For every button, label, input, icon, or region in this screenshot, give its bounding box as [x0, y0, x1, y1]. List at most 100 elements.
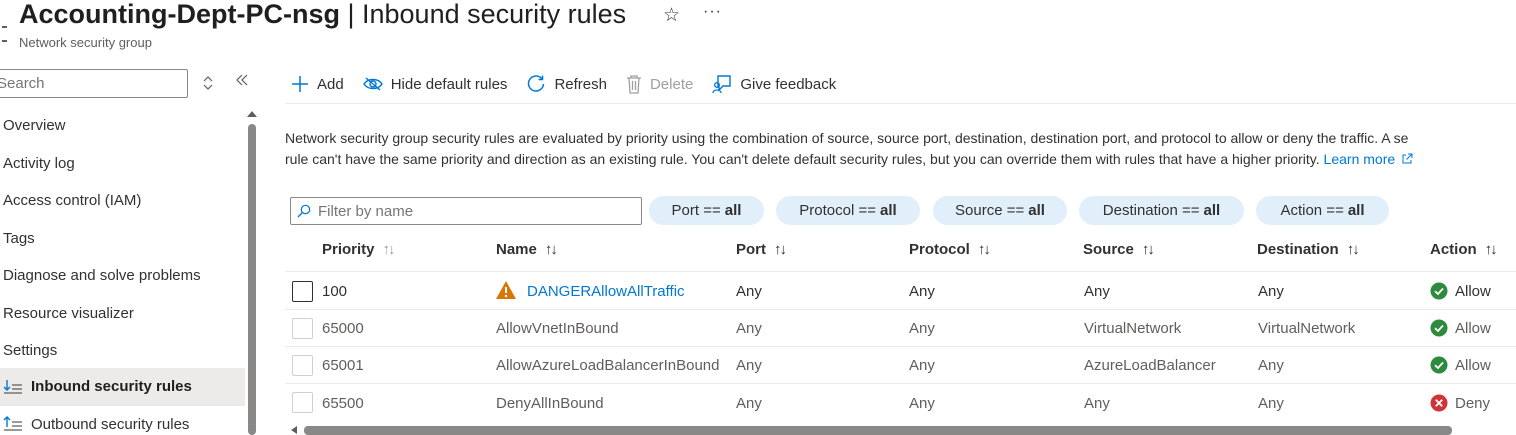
- delete-button[interactable]: Delete: [626, 74, 693, 94]
- column-header-destination[interactable]: Destination ↑↓: [1257, 241, 1360, 258]
- filter-by-name-input[interactable]: [318, 202, 618, 220]
- row-checkbox[interactable]: [292, 392, 313, 413]
- source-filter-pill[interactable]: Source == all: [933, 196, 1067, 225]
- action-filter-pill[interactable]: Action == all: [1256, 196, 1389, 225]
- sidebar-item-overview[interactable]: Overview: [0, 107, 245, 145]
- hide-default-rules-label: Hide default rules: [390, 75, 508, 93]
- sidebar-nav: Overview Activity log Access control (IA…: [0, 107, 245, 435]
- header-divider: [285, 271, 1516, 272]
- column-header-label: Protocol: [909, 241, 970, 258]
- sidebar-item-outbound-security-rules[interactable]: Outbound security rules: [0, 406, 245, 435]
- column-header-label: Priority: [322, 241, 375, 258]
- add-button[interactable]: Add: [291, 75, 344, 93]
- add-label: Add: [317, 75, 344, 93]
- sidebar-item-label: Resource visualizer: [3, 304, 134, 322]
- rule-name-link[interactable]: DANGERAllowAllTraffic: [527, 283, 685, 300]
- action-cell: Allow: [1430, 356, 1491, 374]
- protocol-filter-pill[interactable]: Protocol == all: [776, 196, 920, 225]
- port-filter-pill[interactable]: Port == all: [649, 196, 764, 225]
- feedback-icon: [712, 74, 732, 94]
- table-horizontal-scrollbar-thumb[interactable]: [304, 426, 1452, 435]
- blade-title: Inbound security rules: [362, 0, 627, 29]
- protocol-cell: Any: [909, 283, 935, 300]
- action-label: Allow: [1455, 356, 1491, 374]
- give-feedback-button[interactable]: Give feedback: [712, 74, 836, 94]
- description-text: Network security group security rules ar…: [285, 128, 1516, 170]
- pill-label: Action ==: [1280, 202, 1344, 219]
- column-header-label: Port: [736, 241, 766, 258]
- column-header-source[interactable]: Source ↑↓: [1083, 241, 1155, 258]
- column-header-name[interactable]: Name ↑↓: [496, 241, 558, 258]
- sort-icon: ↑↓: [1484, 241, 1498, 258]
- pill-value: all: [1028, 202, 1045, 219]
- warning-icon: [496, 281, 516, 299]
- collapse-sidebar-icon[interactable]: [235, 72, 249, 93]
- filter-by-name-field[interactable]: [290, 197, 642, 225]
- pill-value: all: [1203, 202, 1221, 219]
- pill-label: Destination ==: [1102, 202, 1200, 219]
- row-checkbox[interactable]: [292, 281, 313, 302]
- sort-icon: ↑↓: [774, 241, 787, 258]
- allow-check-icon: [1430, 356, 1448, 374]
- description-line-1: Network security group security rules ar…: [285, 130, 1409, 146]
- sidebar-scroll-up-arrow[interactable]: [247, 111, 257, 117]
- sort-icon: ↑↓: [977, 241, 991, 258]
- sidebar-item-label: Access control (IAM): [3, 192, 142, 210]
- expand-collapse-icon[interactable]: [201, 73, 215, 93]
- description-line-2-text: rule can't have the same priority and di…: [285, 151, 1320, 167]
- column-header-port[interactable]: Port ↑↓: [736, 241, 787, 258]
- protocol-cell: Any: [909, 357, 935, 374]
- destination-cell: Any: [1258, 357, 1284, 374]
- pill-label: Protocol ==: [799, 202, 877, 219]
- table-scroll-left-arrow[interactable]: [291, 426, 297, 434]
- rule-name-cell: AllowVnetInBound: [496, 320, 619, 337]
- source-cell: Any: [1084, 283, 1110, 300]
- page-title: Accounting-Dept-PC-nsg | Inbound securit…: [19, 0, 626, 30]
- column-header-priority[interactable]: Priority ↑↓: [322, 241, 396, 258]
- action-label: Allow: [1455, 282, 1491, 300]
- column-header-protocol[interactable]: Protocol ↑↓: [909, 241, 991, 258]
- sidebar-item-tags[interactable]: Tags: [0, 220, 245, 258]
- priority-cell: 100: [322, 283, 348, 300]
- sidebar-search[interactable]: [0, 69, 188, 98]
- protocol-cell: Any: [909, 395, 935, 412]
- column-header-action[interactable]: Action ↑↓: [1430, 241, 1498, 258]
- column-header-label: Action: [1430, 241, 1477, 258]
- resource-name: Accounting-Dept-PC-nsg: [19, 0, 340, 29]
- protocol-cell: Any: [909, 320, 935, 337]
- title-bar-marker-2: [2, 40, 7, 42]
- sidebar-item-diagnose[interactable]: Diagnose and solve problems: [0, 257, 245, 295]
- sidebar-search-input[interactable]: [0, 70, 187, 97]
- hide-eye-icon: [362, 76, 383, 92]
- external-link-icon: [1402, 153, 1413, 164]
- sidebar-item-label: Outbound security rules: [31, 415, 190, 433]
- row-checkbox[interactable]: [292, 318, 313, 339]
- sidebar-item-activity-log[interactable]: Activity log: [0, 145, 245, 183]
- page-subtitle: Network security group: [19, 35, 152, 50]
- outbound-rules-icon: [3, 414, 25, 434]
- sidebar-item-label: Tags: [3, 229, 35, 247]
- favorite-star-icon[interactable]: ☆: [663, 4, 680, 27]
- sidebar-group-settings[interactable]: Settings: [0, 332, 245, 368]
- sidebar-item-access-control[interactable]: Access control (IAM): [0, 182, 245, 220]
- learn-more-link[interactable]: Learn more: [1324, 151, 1413, 167]
- rule-name-cell: AllowAzureLoadBalancerInBound: [496, 357, 720, 374]
- sidebar-item-inbound-security-rules[interactable]: Inbound security rules: [0, 368, 245, 406]
- column-header-label: Destination: [1257, 241, 1339, 258]
- sidebar-group-label: Settings: [3, 341, 58, 359]
- destination-filter-pill[interactable]: Destination == all: [1079, 196, 1244, 225]
- row-checkbox[interactable]: [292, 355, 313, 376]
- sidebar-scrollbar-thumb[interactable]: [248, 124, 256, 435]
- refresh-button[interactable]: Refresh: [526, 74, 607, 94]
- action-cell: Allow: [1430, 282, 1491, 300]
- destination-cell: Any: [1258, 283, 1284, 300]
- more-options-icon[interactable]: ···: [703, 3, 722, 21]
- action-label: Allow: [1455, 319, 1491, 337]
- hide-default-rules-button[interactable]: Hide default rules: [362, 75, 508, 93]
- source-cell: VirtualNetwork: [1084, 320, 1182, 337]
- port-cell: Any: [736, 357, 762, 374]
- toolbar-divider: [285, 103, 1516, 104]
- sidebar-item-resource-visualizer[interactable]: Resource visualizer: [0, 295, 245, 333]
- pill-label: Port ==: [671, 202, 721, 219]
- port-cell: Any: [736, 320, 762, 337]
